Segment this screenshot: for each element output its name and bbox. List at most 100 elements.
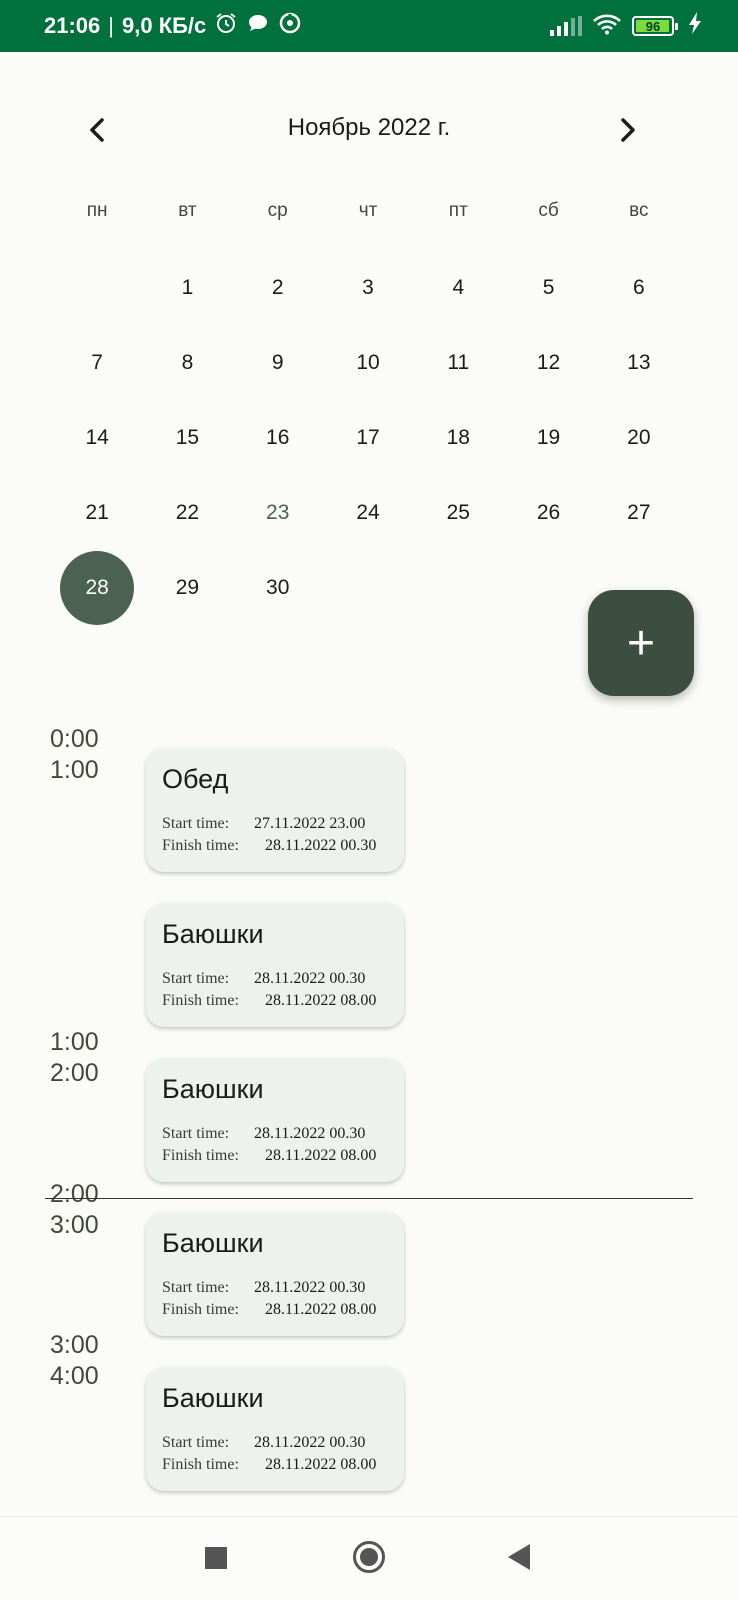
day-number: 6 xyxy=(633,275,645,299)
day-cell[interactable]: 22 xyxy=(142,475,232,550)
recents-icon[interactable] xyxy=(205,1547,227,1569)
back-icon[interactable] xyxy=(508,1544,530,1570)
day-cell[interactable]: 4 xyxy=(413,250,503,325)
day-cell[interactable]: 3 xyxy=(323,250,413,325)
event-start-row: Start time: 28.11.2022 00.30 xyxy=(162,1123,388,1145)
finish-time-value: 28.11.2022 00.30 xyxy=(265,837,377,854)
event-card[interactable]: Баюшки Start time: 28.11.2022 00.30 Finish … xyxy=(146,903,404,1027)
finish-time-label: Finish time: xyxy=(162,1147,239,1164)
time-slot-label: 0:00 1:00 xyxy=(50,724,99,786)
weekday-label: ср xyxy=(267,200,288,221)
day-number: 30 xyxy=(266,575,290,599)
day-blank xyxy=(52,250,142,325)
event-title: Баюшки xyxy=(162,919,264,949)
day-number: 4 xyxy=(452,275,465,299)
weekday-row: пн вт ср чт пт сб вс xyxy=(52,200,684,222)
day-cell[interactable]: 14 xyxy=(52,400,142,475)
weekday-label: вс xyxy=(629,200,649,221)
chevron-right-icon xyxy=(621,118,635,142)
day-number: 25 xyxy=(446,500,470,524)
day-cell[interactable]: 28 xyxy=(52,550,142,625)
slot-start: 2:00 xyxy=(50,1180,99,1208)
sync-icon xyxy=(278,11,302,41)
event-start-row: Start time: 28.11.2022 00.30 xyxy=(162,968,388,990)
status-right: 96 xyxy=(550,12,702,40)
day-cell[interactable]: 18 xyxy=(413,400,503,475)
start-time-label: Start time: xyxy=(162,1279,230,1296)
day-cell[interactable]: 11 xyxy=(413,325,503,400)
day-number: 22 xyxy=(175,500,200,524)
day-cell[interactable]: 29 xyxy=(142,550,232,625)
day-cell[interactable]: 13 xyxy=(594,325,684,400)
day-cell[interactable]: 15 xyxy=(142,400,232,475)
time-slot-label: 2:00 3:00 xyxy=(50,1179,99,1241)
day-cell[interactable]: 30 xyxy=(233,550,323,625)
day-cell[interactable]: 19 xyxy=(503,400,593,475)
wifi-icon xyxy=(592,13,622,40)
charging-icon xyxy=(688,12,702,40)
status-speed: 9,0 КБ/с xyxy=(122,13,207,38)
finish-time-value: 28.11.2022 08.00 xyxy=(265,992,377,1009)
day-cell[interactable]: 16 xyxy=(233,400,323,475)
start-time-value: 28.11.2022 00.30 xyxy=(254,1125,366,1142)
event-card[interactable]: Баюшки Start time: 28.11.2022 00.30 Finish … xyxy=(146,1058,404,1182)
day-cell[interactable]: 25 xyxy=(413,475,503,550)
slot-start: 0:00 xyxy=(50,725,99,753)
home-icon[interactable] xyxy=(353,1541,385,1573)
finish-time-label: Finish time: xyxy=(162,1456,239,1473)
calendar-header: Ноябрь 2022 г. xyxy=(0,100,738,160)
status-bar: 21:06 | 9,0 КБ/с 96 xyxy=(0,0,738,52)
day-number: 26 xyxy=(536,500,561,524)
day-number: 9 xyxy=(271,350,284,374)
slot-end: 4:00 xyxy=(50,1362,99,1390)
start-time-label: Start time: xyxy=(162,1125,230,1142)
weekday-label: пт xyxy=(448,200,468,221)
finish-time-label: Finish time: xyxy=(162,1301,239,1318)
day-cell[interactable]: 20 xyxy=(594,400,684,475)
day-cell[interactable]: 26 xyxy=(503,475,593,550)
day-cell[interactable]: 8 xyxy=(142,325,232,400)
day-number: 16 xyxy=(266,425,290,449)
day-number: 19 xyxy=(536,425,561,449)
event-card[interactable]: Баюшки Start time: 28.11.2022 00.30 Finish … xyxy=(146,1212,404,1336)
event-card[interactable]: Обед Start time: 27.11.2022 23.00 Finish ti… xyxy=(146,748,404,872)
day-number: 18 xyxy=(446,425,470,449)
day-number: 13 xyxy=(627,350,651,374)
day-cell[interactable]: 9 xyxy=(233,325,323,400)
slot-start: 3:00 xyxy=(50,1331,99,1359)
day-cell[interactable]: 17 xyxy=(323,400,413,475)
start-time-value: 28.11.2022 00.30 xyxy=(254,970,366,987)
weekday-label: чт xyxy=(358,200,378,221)
start-time-value: 28.11.2022 00.30 xyxy=(254,1279,366,1296)
day-cell[interactable]: 6 xyxy=(594,250,684,325)
day-cell[interactable]: 2 xyxy=(233,250,323,325)
event-card[interactable]: Баюшки Start time: 28.11.2022 00.30 Finish … xyxy=(146,1367,404,1491)
day-cell[interactable]: 24 xyxy=(323,475,413,550)
weekday-label: вт xyxy=(178,200,197,221)
day-number: 7 xyxy=(91,350,103,374)
day-cell[interactable]: 27 xyxy=(594,475,684,550)
day-cell[interactable]: 23 xyxy=(233,475,323,550)
chat-icon xyxy=(246,11,270,41)
event-finish-row: Finish time: 28.11.2022 08.00 xyxy=(162,1299,388,1321)
start-time-value: 27.11.2022 23.00 xyxy=(254,815,366,832)
day-cell[interactable]: 5 xyxy=(503,250,593,325)
finish-time-value: 28.11.2022 08.00 xyxy=(265,1301,377,1318)
day-cell[interactable]: 7 xyxy=(52,325,142,400)
day-number: 15 xyxy=(175,425,200,449)
day-number: 24 xyxy=(356,500,380,524)
day-cell[interactable]: 10 xyxy=(323,325,413,400)
finish-time-value: 28.11.2022 08.00 xyxy=(265,1456,377,1473)
event-finish-row: Finish time: 28.11.2022 08.00 xyxy=(162,1454,388,1476)
add-event-button[interactable]: + xyxy=(588,590,694,696)
day-cell[interactable]: 12 xyxy=(503,325,593,400)
event-finish-row: Finish time: 28.11.2022 00.30 xyxy=(162,835,388,857)
time-slot-label: 1:00 2:00 xyxy=(50,1027,99,1089)
day-cell[interactable]: 1 xyxy=(142,250,232,325)
day-number: 1 xyxy=(181,275,194,299)
event-start-row: Start time: 27.11.2022 23.00 xyxy=(162,813,388,835)
day-cell[interactable]: 21 xyxy=(52,475,142,550)
slot-end: 2:00 xyxy=(50,1059,99,1087)
next-month-button[interactable] xyxy=(606,108,650,152)
start-time-value: 28.11.2022 00.30 xyxy=(254,1434,366,1451)
